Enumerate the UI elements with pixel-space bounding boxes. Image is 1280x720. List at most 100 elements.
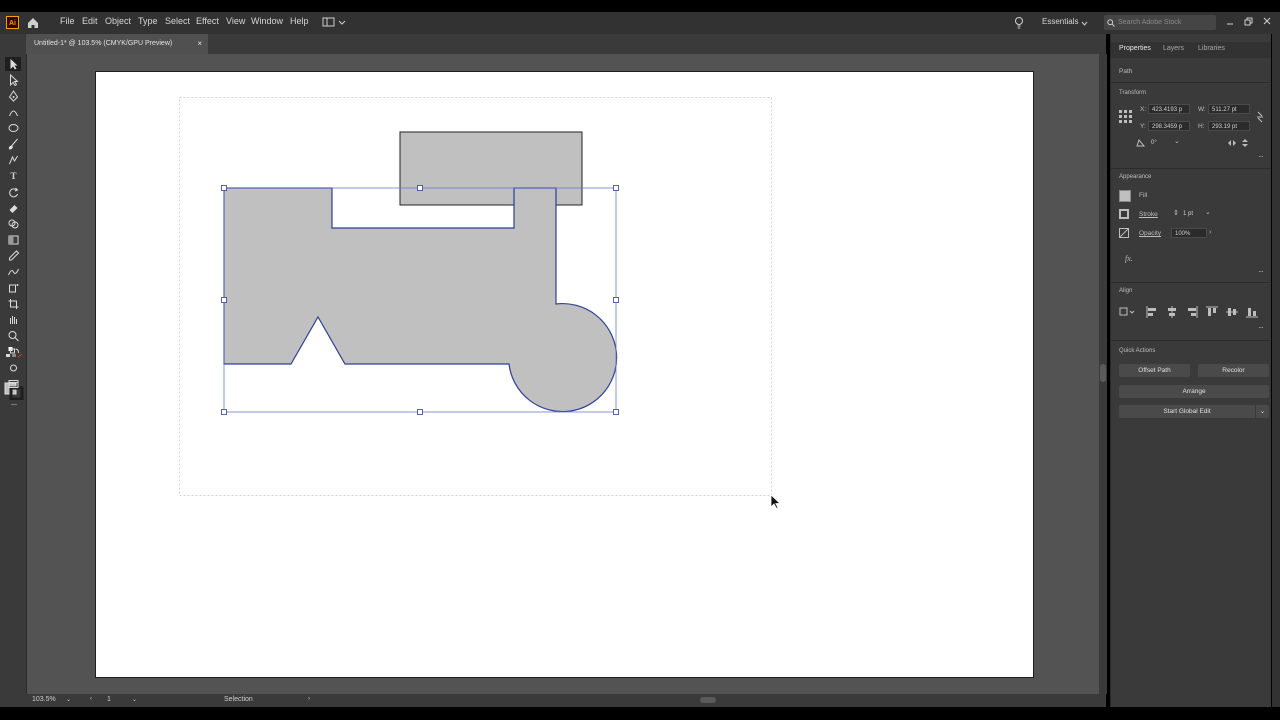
arrange-documents-icon[interactable] xyxy=(322,17,346,28)
horizontal-scroll-thumb[interactable] xyxy=(700,697,716,703)
start-global-edit-button[interactable]: Start Global Edit xyxy=(1119,405,1255,418)
align-more-icon[interactable]: ··· xyxy=(1258,323,1264,332)
align-horizontal-center-icon[interactable] xyxy=(1166,306,1178,318)
compound-path-shape[interactable] xyxy=(223,187,618,413)
hand-tool-icon[interactable] xyxy=(7,314,20,326)
appearance-more-icon[interactable]: ··· xyxy=(1258,267,1264,276)
recolor-button[interactable]: Recolor xyxy=(1198,364,1269,377)
align-top-icon[interactable] xyxy=(1206,306,1218,318)
opacity-field[interactable]: 100% xyxy=(1171,228,1207,238)
artboard-prev-icon[interactable]: ‹ xyxy=(90,696,92,702)
stroke-weight-field[interactable]: 1 pt xyxy=(1180,209,1202,219)
screen-mode-icon[interactable] xyxy=(7,378,20,390)
chevron-down-icon[interactable] xyxy=(1081,21,1088,26)
align-to-selection-icon[interactable] xyxy=(1119,307,1135,317)
artboard[interactable] xyxy=(95,71,1034,678)
selection-tool-icon[interactable] xyxy=(7,58,20,70)
opacity-label[interactable]: Opacity xyxy=(1139,230,1161,237)
curvature-tool-icon[interactable] xyxy=(7,106,20,118)
fx-button[interactable]: fx. xyxy=(1125,254,1133,263)
opacity-arrow-icon[interactable]: › xyxy=(1209,228,1211,238)
w-field[interactable]: 511.27 pt xyxy=(1208,104,1250,114)
resize-handle[interactable] xyxy=(221,409,227,415)
artwork[interactable] xyxy=(96,72,1033,677)
align-bottom-icon[interactable] xyxy=(1246,306,1258,318)
align-right-icon[interactable] xyxy=(1186,306,1198,318)
flip-vertical-icon[interactable] xyxy=(1241,138,1249,148)
eyedropper-tool-icon[interactable] xyxy=(7,250,20,262)
ellipse-tool-icon[interactable] xyxy=(7,122,20,134)
resize-handle[interactable] xyxy=(613,185,619,191)
document-tab[interactable]: Untitled-1* @ 103.5% (CMYK/GPU Preview) … xyxy=(26,34,208,54)
workspace-switcher[interactable]: Essentials xyxy=(1042,17,1078,26)
menu-window[interactable]: Window xyxy=(251,16,283,26)
paintbrush-tool-icon[interactable] xyxy=(7,138,20,150)
zoom-dropdown-icon[interactable]: ⌄ xyxy=(66,696,71,703)
menu-file[interactable]: File xyxy=(60,16,75,26)
stroke-dropdown-icon[interactable]: ⌄ xyxy=(1205,208,1211,218)
blend-tool-icon[interactable] xyxy=(7,266,20,278)
scrollbar-thumb[interactable] xyxy=(1100,364,1106,382)
menu-view[interactable]: View xyxy=(226,16,245,26)
artboard-tool-icon[interactable] xyxy=(7,298,20,310)
resize-handle[interactable] xyxy=(417,185,423,191)
restore-icon[interactable] xyxy=(1244,17,1253,26)
menu-select[interactable]: Select xyxy=(165,16,190,26)
x-field[interactable]: 423.4193 p xyxy=(1148,104,1190,114)
stroke-stepper-icon[interactable]: ⇕ xyxy=(1173,209,1179,219)
draw-mode-icon[interactable] xyxy=(7,362,20,374)
artboard-number[interactable]: 1 xyxy=(107,696,111,703)
menu-type[interactable]: Type xyxy=(138,16,158,26)
close-window-icon[interactable] xyxy=(1263,17,1271,25)
home-icon[interactable] xyxy=(26,16,40,29)
stroke-swatch[interactable] xyxy=(1119,209,1129,219)
menu-help[interactable]: Help xyxy=(290,16,309,26)
tab-libraries[interactable]: Libraries xyxy=(1198,45,1225,52)
resize-handle[interactable] xyxy=(613,409,619,415)
zoom-tool-icon[interactable] xyxy=(7,330,20,342)
more-tools-icon[interactable]: ··· xyxy=(7,398,20,410)
menu-effect[interactable]: Effect xyxy=(196,16,219,26)
h-field[interactable]: 293.19 pt xyxy=(1208,121,1250,131)
resize-handle[interactable] xyxy=(613,297,619,303)
status-arrow-icon[interactable]: › xyxy=(308,696,310,702)
shape-builder-tool-icon[interactable] xyxy=(7,218,20,230)
direct-selection-tool-icon[interactable] xyxy=(7,74,20,86)
arrange-button[interactable]: Arrange xyxy=(1119,385,1269,398)
vertical-scrollbar[interactable] xyxy=(1099,54,1107,694)
canvas-pasteboard[interactable] xyxy=(27,54,1099,694)
gradient-tool-icon[interactable] xyxy=(7,234,20,246)
panel-scrollbar[interactable] xyxy=(1272,34,1280,707)
fill-swatch[interactable] xyxy=(1119,190,1131,202)
transform-more-icon[interactable]: ··· xyxy=(1258,152,1264,161)
eraser-tool-icon[interactable] xyxy=(7,202,20,214)
color-mode-icons[interactable] xyxy=(6,350,22,362)
tab-properties[interactable]: Properties xyxy=(1119,45,1151,52)
rotate-dropdown-icon[interactable]: ⌄ xyxy=(1174,137,1180,147)
pen-tool-icon[interactable] xyxy=(7,90,20,102)
shaper-tool-icon[interactable] xyxy=(7,154,20,166)
stroke-label[interactable]: Stroke xyxy=(1139,211,1158,218)
rotate-field[interactable]: 0° xyxy=(1148,138,1176,148)
rotate-tool-icon[interactable] xyxy=(7,186,20,198)
align-left-icon[interactable] xyxy=(1146,306,1158,318)
y-field[interactable]: 298.3459 p xyxy=(1148,121,1190,131)
resize-handle[interactable] xyxy=(417,409,423,415)
flip-horizontal-icon[interactable] xyxy=(1227,139,1237,147)
global-edit-options-chevron-icon[interactable]: ⌄ xyxy=(1256,405,1269,418)
menu-edit[interactable]: Edit xyxy=(82,16,98,26)
symbol-sprayer-tool-icon[interactable] xyxy=(7,282,20,294)
menu-object[interactable]: Object xyxy=(105,16,131,26)
reference-point-icon[interactable] xyxy=(1119,110,1133,124)
artboard-dropdown-icon[interactable]: ⌄ xyxy=(132,696,137,703)
offset-path-button[interactable]: Offset Path xyxy=(1119,364,1190,377)
resize-handle[interactable] xyxy=(221,185,227,191)
align-vertical-center-icon[interactable] xyxy=(1226,306,1238,318)
zoom-level[interactable]: 103.5% xyxy=(32,696,56,703)
type-tool-icon[interactable]: T xyxy=(7,170,20,182)
constrain-proportions-icon[interactable] xyxy=(1256,111,1264,123)
close-tab-icon[interactable]: × xyxy=(197,34,202,54)
tab-layers[interactable]: Layers xyxy=(1163,45,1184,52)
stock-search-input[interactable]: Search Adobe Stock xyxy=(1104,15,1216,30)
resize-handle[interactable] xyxy=(221,297,227,303)
